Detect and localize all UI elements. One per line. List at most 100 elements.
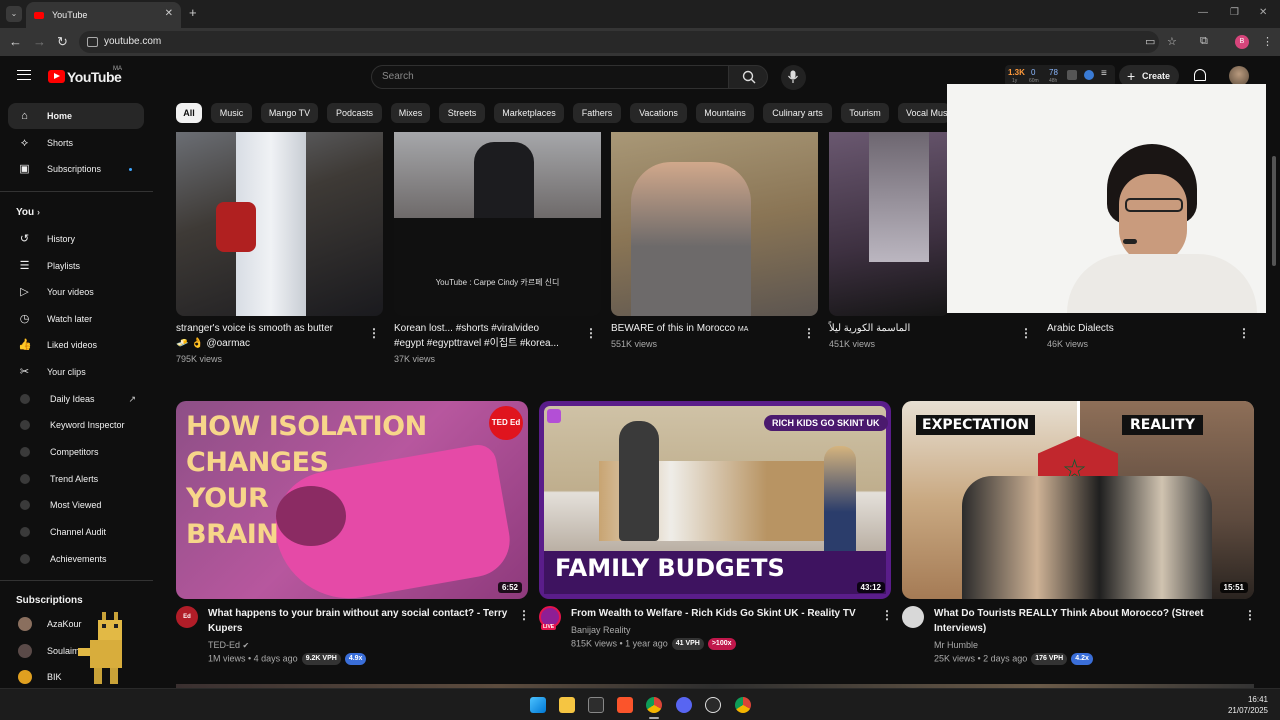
browser-menu-icon[interactable]: ⋮	[1262, 35, 1273, 48]
chip-vacations[interactable]: Vacations	[630, 103, 687, 123]
chip-marketplaces[interactable]: Marketplaces	[494, 103, 564, 123]
channel-name[interactable]: TED-Ed ✔	[208, 640, 249, 650]
sidebar-item-history[interactable]: ↺ History	[8, 226, 144, 252]
back-icon[interactable]: ←	[9, 34, 22, 49]
system-clock[interactable]: 16:41 21/07/2025	[1228, 694, 1268, 716]
extensions-icon[interactable]: ⧉	[1200, 35, 1208, 48]
obs-studio-icon[interactable]	[705, 697, 721, 713]
more-options-icon[interactable]: ⋮	[1020, 326, 1032, 340]
more-options-icon[interactable]: ⋮	[1238, 326, 1250, 340]
discord-icon[interactable]	[676, 697, 692, 713]
sidebar-tool-most-viewed[interactable]: Most Viewed	[8, 492, 144, 518]
bookmark-star-icon[interactable]: ☆	[1167, 35, 1177, 48]
sidebar-item-playlists[interactable]: ☰ Playlists	[8, 253, 144, 279]
short-thumbnail[interactable]	[611, 132, 818, 316]
account-avatar[interactable]	[1229, 66, 1249, 86]
sidebar-item-subscriptions[interactable]: ▣ Subscriptions	[8, 156, 144, 182]
chip-mixes[interactable]: Mixes	[391, 103, 430, 123]
new-tab-button[interactable]: +	[189, 5, 197, 20]
maximize-icon[interactable]: ❐	[1230, 7, 1239, 18]
duration-badge: 6:52	[497, 582, 522, 593]
site-info-icon[interactable]	[87, 37, 98, 47]
video-thumbnail[interactable]: RICH KIDS GO SKINT UK FAMILY BUDGETS 43:…	[539, 401, 891, 599]
youtube-logo-icon[interactable]	[48, 70, 65, 83]
sidebar-item-label: Achievements	[50, 554, 107, 564]
video-title[interactable]: Korean lost... #shorts #viralvideo #egypt…	[394, 321, 579, 351]
more-options-icon[interactable]: ⋮	[585, 326, 597, 340]
davinci-resolve-icon[interactable]	[588, 697, 604, 713]
forward-icon[interactable]: →	[33, 34, 46, 49]
chip-mango-tv[interactable]: Mango TV	[261, 103, 318, 123]
video-title[interactable]: From Wealth to Welfare - Rich Kids Go Sk…	[571, 606, 876, 621]
profile-avatar[interactable]: B	[1235, 35, 1249, 49]
video-title[interactable]: الماسمة الكورية ليلاً	[829, 321, 979, 336]
video-title[interactable]: BEWARE of this in Morocco MA	[611, 321, 796, 337]
more-options-icon[interactable]: ⋮	[368, 326, 380, 340]
channel-name[interactable]: Mr Humble	[934, 640, 978, 650]
address-bar[interactable]: youtube.com	[79, 31, 1159, 53]
duration-badge: 15:51	[1219, 582, 1248, 593]
more-options-icon[interactable]: ⋮	[803, 326, 815, 340]
short-thumbnail[interactable]	[176, 132, 383, 316]
chrome-profile-icon[interactable]	[735, 697, 751, 713]
brave-browser-icon[interactable]	[617, 697, 633, 713]
show-title-banner: RICH KIDS GO SKINT UK	[764, 415, 888, 431]
file-explorer-icon[interactable]	[559, 697, 575, 713]
channel-name[interactable]: Banijay Reality	[571, 625, 631, 635]
notifications-bell-icon[interactable]	[1194, 69, 1206, 81]
sidebar-tool-competitors[interactable]: Competitors	[8, 439, 144, 465]
more-options-icon[interactable]: ⋮	[1244, 608, 1256, 622]
sidebar-tool-keyword-inspector[interactable]: Keyword Inspector	[8, 412, 144, 438]
windows-start-icon[interactable]	[530, 697, 546, 713]
people-group-photo	[962, 476, 1212, 599]
sidebar-tool-channel-audit[interactable]: Channel Audit	[8, 519, 144, 545]
chip-tourism[interactable]: Tourism	[841, 103, 889, 123]
sidebar-item-watch-later[interactable]: ◷ Watch later	[8, 306, 144, 332]
cast-icon[interactable]: ▭	[1145, 35, 1155, 48]
person-figure-icon	[631, 162, 751, 316]
chip-podcasts[interactable]: Podcasts	[327, 103, 382, 123]
chip-all[interactable]: All	[176, 103, 202, 123]
chip-music[interactable]: Music	[211, 103, 252, 123]
video-title[interactable]: Arabic Dialects	[1047, 321, 1227, 336]
you-heading[interactable]: You ›	[16, 207, 40, 218]
video-thumbnail[interactable]: ☆ EXPECTATION REALITY 15:51	[902, 401, 1254, 599]
chip-fathers[interactable]: Fathers	[573, 103, 621, 123]
minimize-icon[interactable]: —	[1198, 7, 1208, 18]
voice-search-button[interactable]	[781, 65, 806, 90]
page-scrollbar[interactable]	[1272, 156, 1276, 266]
search-button[interactable]	[728, 65, 768, 89]
short-thumbnail[interactable]: YouTube : Carpe Cindy 카르페 신디	[394, 132, 601, 316]
reload-icon[interactable]: ↻	[57, 34, 68, 50]
tab-search-button[interactable]: ⌄	[6, 6, 22, 22]
sidebar-divider	[0, 191, 153, 192]
sidebar-tool-trend-alerts[interactable]: Trend Alerts	[8, 466, 144, 492]
sidebar-item-shorts[interactable]: ⟡ Shorts	[8, 130, 144, 156]
browser-tab[interactable]: YouTube ✕	[26, 2, 181, 28]
sidebar-item-your-clips[interactable]: ✂ Your clips	[8, 359, 144, 385]
menu-icon[interactable]	[17, 70, 31, 80]
channel-avatar[interactable]: Ed	[176, 606, 198, 628]
close-window-icon[interactable]: ✕	[1259, 7, 1267, 18]
sidebar-tool-achievements[interactable]: Achievements	[8, 546, 144, 572]
sidebar-tool-daily-ideas[interactable]: Daily Ideas ↗	[8, 386, 144, 412]
video-title[interactable]: stranger's voice is smooth as butter 🧈 👌 …	[176, 321, 361, 351]
channel-avatar[interactable]	[902, 606, 924, 628]
sidebar-item-home[interactable]: ⌂ Home	[8, 103, 144, 129]
stats-menu-icon[interactable]: ≡	[1101, 68, 1107, 79]
video-title[interactable]: What Do Tourists REALLY Think About Moro…	[934, 606, 1239, 636]
chip-culinary-arts[interactable]: Culinary arts	[763, 103, 832, 123]
chip-vocal-music[interactable]: Vocal Mus	[898, 103, 950, 123]
sidebar-item-your-videos[interactable]: ▷ Your videos	[8, 279, 144, 305]
chrome-icon[interactable]	[646, 697, 662, 713]
short-thumbnail[interactable]	[829, 132, 949, 316]
video-thumbnail[interactable]: HOW ISOLATION CHANGES YOUR BRAIN TED Ed …	[176, 401, 528, 599]
video-title[interactable]: What happens to your brain without any s…	[208, 606, 513, 636]
chip-mountains[interactable]: Mountains	[696, 103, 754, 123]
more-options-icon[interactable]: ⋮	[881, 608, 893, 622]
close-tab-icon[interactable]: ✕	[165, 8, 173, 19]
chip-streets[interactable]: Streets	[439, 103, 485, 123]
search-input[interactable]: Search	[371, 65, 729, 89]
more-options-icon[interactable]: ⋮	[518, 608, 530, 622]
sidebar-item-liked-videos[interactable]: 👍 Liked videos	[8, 332, 144, 358]
